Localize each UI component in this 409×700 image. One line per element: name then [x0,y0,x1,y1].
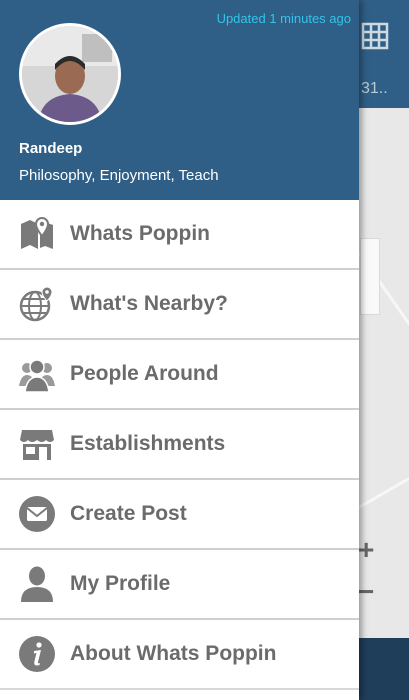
menu-item-create-post[interactable]: Create Post [0,480,359,550]
menu-item-people-around[interactable]: People Around [0,340,359,410]
truncated-count: 31.. [361,80,388,97]
menu-label: My Profile [70,572,171,595]
drawer-header: Updated 1 minutes ago Randeep Philosophy… [0,0,359,200]
avatar-photo [22,26,118,122]
zoom-out-button[interactable]: − [358,578,374,606]
updated-timestamp: Updated 1 minutes ago [216,11,351,26]
drawer-bottom-divider [0,688,359,690]
envelope-icon [19,496,55,532]
menu-label: About Whats Poppin [70,642,277,665]
menu-label: Whats Poppin [70,222,210,245]
menu-label: Create Post [70,502,187,525]
navigation-drawer: Updated 1 minutes ago Randeep Philosophy… [0,0,359,700]
avatar[interactable] [19,23,121,125]
grid-icon[interactable] [361,22,389,50]
menu-item-whats-nearby[interactable]: What's Nearby? [0,270,359,340]
user-interests: Philosophy, Enjoyment, Teach [19,167,219,184]
globe-pin-icon [19,286,53,322]
menu-item-establishments[interactable]: Establishments [0,410,359,480]
person-icon [21,566,53,602]
zoom-in-button[interactable]: + [358,536,374,564]
drawer-menu: Whats Poppin What's Nearby? People Aroun… [0,200,359,690]
store-icon [20,430,54,460]
menu-item-about[interactable]: About Whats Poppin [0,620,359,690]
info-icon [19,636,55,672]
menu-label: Establishments [70,432,226,455]
menu-item-my-profile[interactable]: My Profile [0,550,359,620]
menu-item-whats-poppin[interactable]: Whats Poppin [0,200,359,270]
user-name: Randeep [19,140,83,157]
map-pin-icon [21,216,53,249]
menu-label: People Around [70,362,219,385]
menu-label: What's Nearby? [70,292,228,315]
people-icon [19,359,55,392]
